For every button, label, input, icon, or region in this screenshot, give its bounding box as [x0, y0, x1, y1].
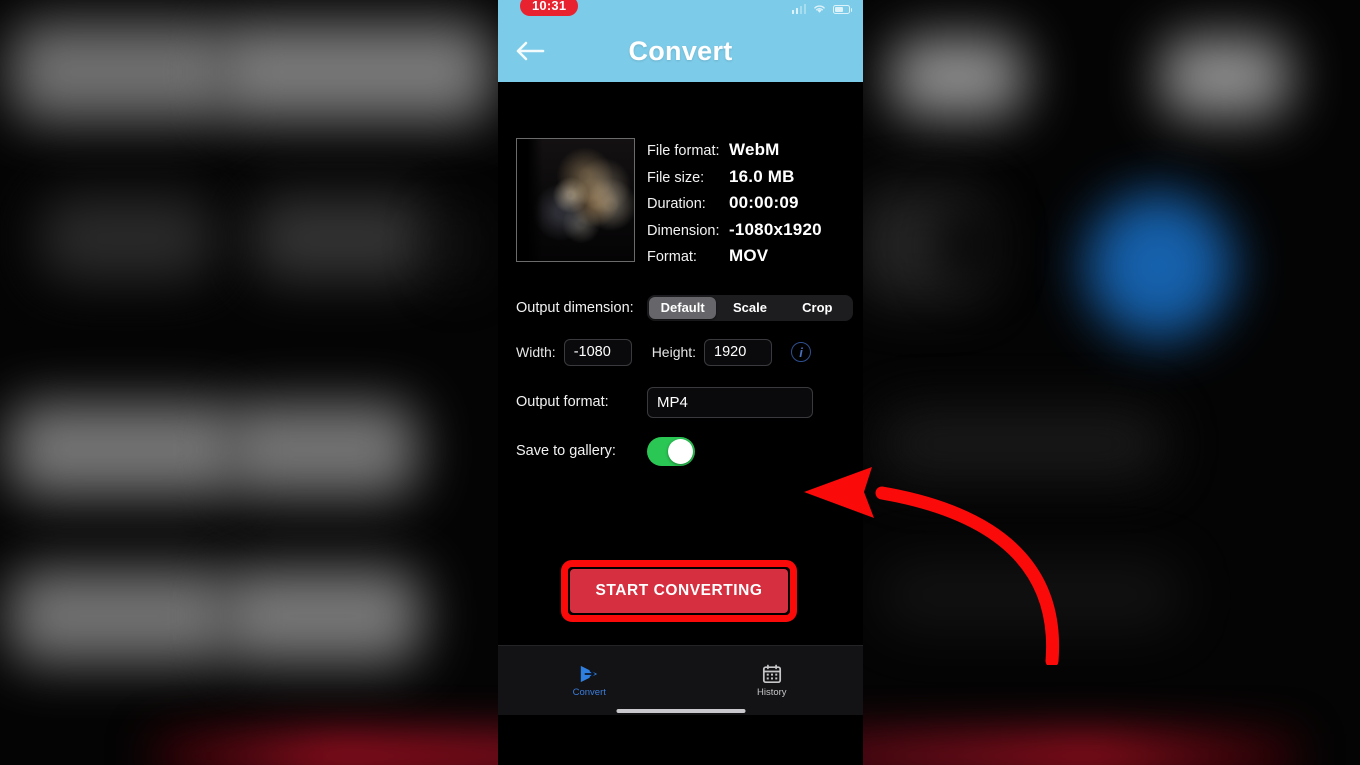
meta-value: 00:00:09 — [729, 193, 799, 212]
wifi-icon — [814, 5, 825, 13]
file-metadata-list: File format: WebM File size: 16.0 MB Dur… — [647, 138, 822, 273]
meta-key: Format: — [647, 249, 697, 265]
meta-key: File format: — [647, 143, 720, 159]
tab-convert[interactable]: Convert — [498, 646, 681, 715]
table-row: Dimension: -1080x1920 — [647, 220, 822, 247]
height-label: Height: — [651, 344, 697, 360]
play-convert-icon — [581, 665, 598, 682]
background-blur-blob — [1160, 36, 1290, 118]
app-bar: Convert — [498, 20, 863, 82]
table-row: Duration: 00:00:09 — [647, 193, 822, 220]
bottom-tab-bar: Convert History — [498, 645, 863, 715]
meta-value: MOV — [729, 246, 769, 265]
background-blur-blob — [8, 402, 238, 497]
meta-key: Duration: — [647, 196, 706, 212]
background-blur-blob — [228, 402, 418, 497]
output-format-input[interactable]: MP4 — [647, 386, 813, 418]
segment-crop[interactable]: Crop — [784, 297, 851, 319]
save-to-gallery-label: Save to gallery: — [516, 443, 616, 459]
tab-convert-label: Convert — [572, 686, 606, 698]
calendar-history-icon — [762, 664, 781, 683]
output-format-label: Output format: — [516, 394, 609, 410]
start-converting-button[interactable]: START CONVERTING — [570, 569, 788, 613]
meta-value: WebM — [729, 140, 780, 159]
back-arrow-icon[interactable] — [515, 40, 545, 62]
height-input[interactable]: 1920 — [704, 338, 773, 366]
background-blur-blob — [890, 36, 1025, 118]
battery-icon — [833, 5, 853, 14]
info-circle-icon[interactable]: i — [791, 342, 812, 362]
signal-bars-icon — [791, 4, 806, 14]
size-fields-row: Width: -1080 Height: 1920 i — [498, 321, 863, 366]
background-blur-blob — [10, 22, 230, 122]
annotation-highlight-box: START CONVERTING — [561, 560, 797, 622]
table-row: Format: MOV — [647, 246, 822, 273]
file-info-section: File format: WebM File size: 16.0 MB Dur… — [498, 82, 863, 273]
segment-default[interactable]: Default — [649, 296, 717, 319]
background-blur-blob — [218, 22, 493, 122]
background-blur-blob — [940, 208, 995, 283]
segment-scale[interactable]: Scale — [716, 297, 783, 319]
tab-history[interactable]: History — [681, 646, 864, 715]
toggle-knob — [668, 438, 693, 464]
tab-history-label: History — [756, 686, 787, 698]
home-indicator — [616, 709, 745, 713]
meta-value: -1080x1920 — [729, 219, 822, 239]
save-to-gallery-toggle[interactable] — [647, 436, 695, 466]
phone-screen: 10:31 Convert File format: WebM File siz… — [498, 0, 863, 765]
status-bar-time: 10:31 — [520, 0, 579, 16]
meta-value: 16.0 MB — [729, 166, 795, 186]
output-dimension-row: Output dimension: Default Scale Crop — [498, 273, 863, 321]
meta-key: Dimension: — [647, 222, 720, 239]
table-row: File size: 16.0 MB — [647, 167, 822, 194]
page-title: Convert — [628, 35, 733, 66]
width-input[interactable]: -1080 — [563, 338, 632, 366]
status-bar: 10:31 — [498, 0, 863, 20]
background-blur-blob — [40, 196, 215, 281]
output-dimension-segmented-control[interactable]: Default Scale Crop — [647, 294, 853, 321]
background-blur-blob — [880, 410, 1165, 478]
status-bar-icons — [791, 3, 853, 14]
background-blur-blob — [438, 208, 474, 283]
background-blur-blob — [880, 560, 1180, 630]
background-blur-blob — [1085, 192, 1233, 340]
table-row: File format: WebM — [647, 140, 822, 167]
meta-key: File size: — [647, 169, 705, 186]
background-blur-blob — [222, 568, 422, 664]
output-dimension-label: Output dimension: — [516, 299, 634, 316]
width-label: Width: — [516, 344, 556, 360]
background-blur-blob — [8, 568, 230, 664]
screen-body: File format: WebM File size: 16.0 MB Dur… — [498, 82, 863, 715]
cta-section: START CONVERTING — [561, 560, 797, 622]
output-format-row: Output format: MP4 — [498, 366, 863, 418]
save-to-gallery-row: Save to gallery: — [498, 418, 863, 466]
video-thumbnail[interactable] — [516, 138, 635, 262]
background-blur-blob — [252, 196, 432, 281]
